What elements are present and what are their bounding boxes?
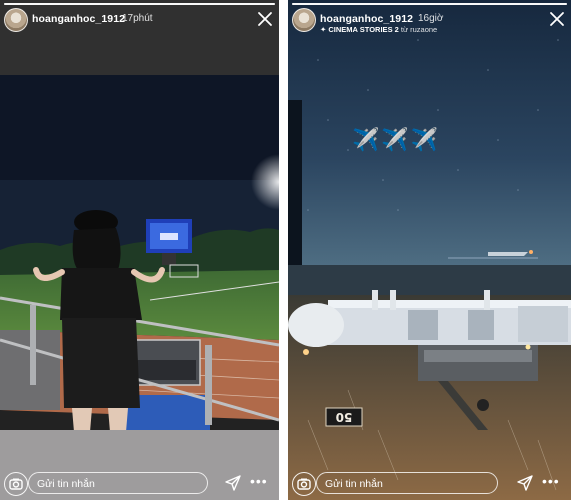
avatar[interactable] xyxy=(292,8,316,32)
reply-input[interactable]: Gửi tin nhắn xyxy=(316,472,498,494)
story-footer: Gửi tin nhắn ••• xyxy=(288,468,571,500)
camera-button[interactable] xyxy=(292,472,316,496)
username[interactable]: hoanganhoc_1912 xyxy=(320,13,413,25)
ground-marking-text: 50 xyxy=(335,410,353,424)
story-progress-fill xyxy=(4,3,275,5)
story-panel-right[interactable]: 50 ✈️✈️✈️ hoanganhoc_1912 16giờ ✦ CINEMA… xyxy=(288,0,571,500)
more-icon[interactable]: ••• xyxy=(250,474,268,488)
story-progress-bar xyxy=(292,3,567,5)
effect-attribution[interactable]: ✦ CINEMA STORIES 2 từ ruzaone xyxy=(320,25,437,34)
more-icon[interactable]: ••• xyxy=(542,474,560,488)
send-icon[interactable] xyxy=(224,474,242,492)
camera-icon xyxy=(9,478,23,490)
reply-input[interactable]: Gửi tin nhắn xyxy=(28,472,208,494)
story-progress-bar xyxy=(4,3,275,5)
airplane-stickers: ✈️✈️✈️ xyxy=(352,128,441,153)
camera-button[interactable] xyxy=(4,472,28,496)
story-time: 16giờ xyxy=(418,13,444,24)
effect-source: từ ruzaone xyxy=(400,25,438,34)
send-icon[interactable] xyxy=(516,474,534,492)
sparkle-icon: ✦ xyxy=(320,25,327,34)
story-panel-left[interactable]: hoanganhoc_1912 17phút Gửi tin nhắn ••• xyxy=(0,0,279,500)
username[interactable]: hoanganhoc_1912 xyxy=(32,13,125,25)
story-footer: Gửi tin nhắn ••• xyxy=(0,468,279,500)
close-icon[interactable] xyxy=(549,11,565,27)
close-icon[interactable] xyxy=(257,11,273,27)
story-header: hoanganhoc_1912 16giờ ✦ CINEMA STORIES 2… xyxy=(292,8,565,34)
effect-name: CINEMA STORIES 2 xyxy=(328,25,399,34)
airport-photo xyxy=(288,0,571,500)
story-header: hoanganhoc_1912 17phút xyxy=(4,8,273,34)
avatar[interactable] xyxy=(4,8,28,32)
stadium-photo xyxy=(0,0,279,500)
story-progress-fill xyxy=(292,3,567,5)
camera-icon xyxy=(297,478,311,490)
story-time: 17phút xyxy=(122,13,153,24)
